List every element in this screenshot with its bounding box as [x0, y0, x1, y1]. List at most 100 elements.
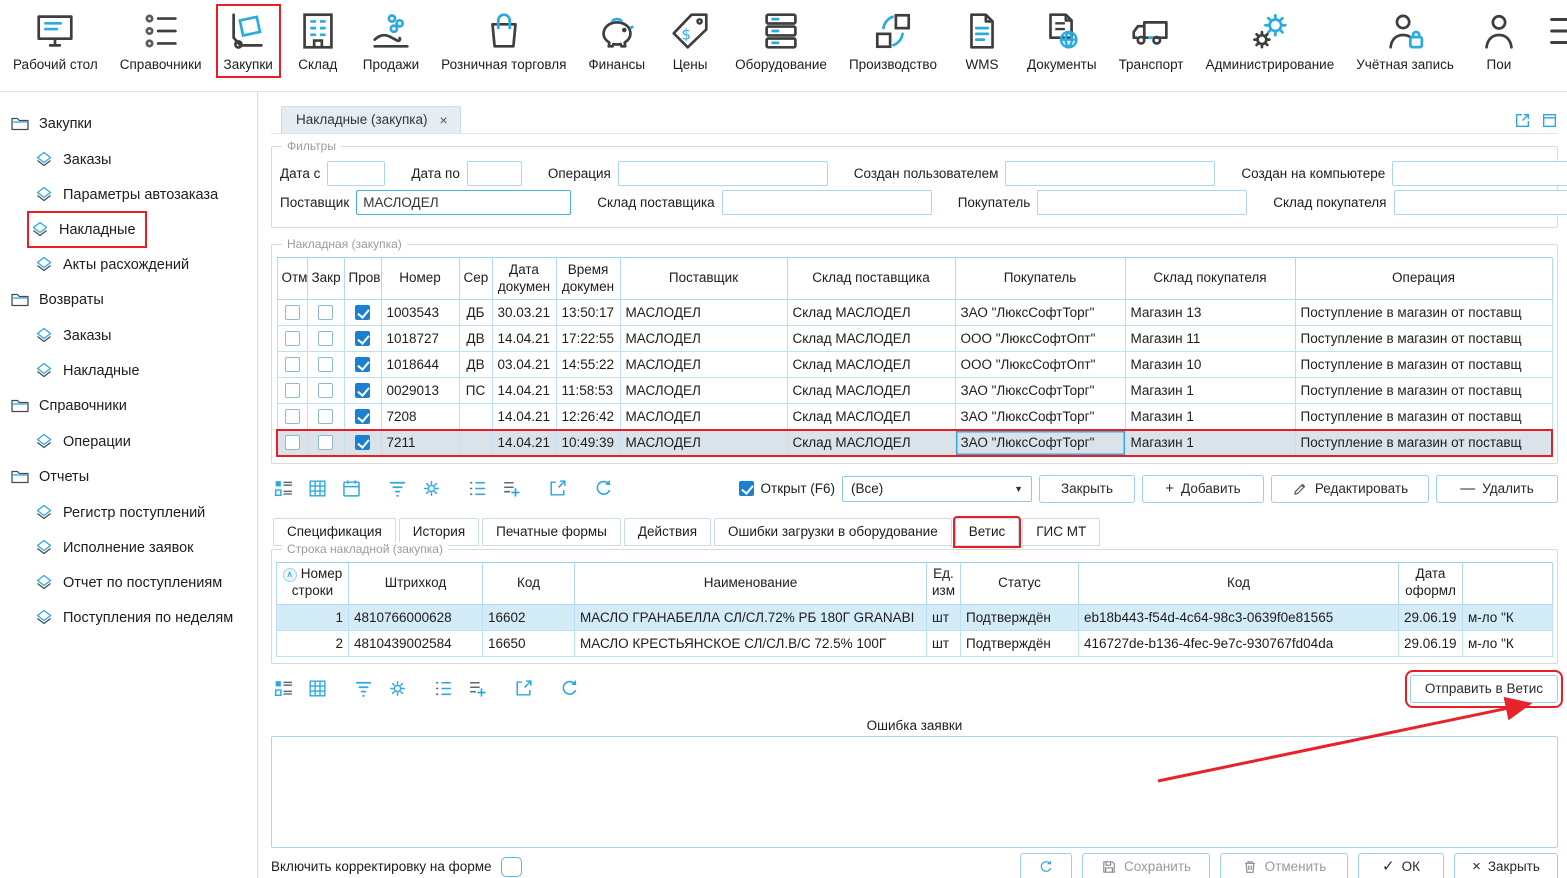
- closed-checkbox[interactable]: [318, 409, 333, 424]
- tree-item[interactable]: Регистр поступлений: [32, 495, 215, 530]
- open-f6-filter[interactable]: Открыт (F6): [739, 481, 835, 496]
- topbar-item-retail[interactable]: Розничная торговля: [434, 5, 573, 77]
- closed-checkbox[interactable]: [318, 331, 333, 346]
- lines-col-header-6[interactable]: Код: [1079, 562, 1399, 604]
- error-textarea[interactable]: [271, 736, 1558, 848]
- tree-folder-2[interactable]: Справочники: [10, 388, 257, 424]
- closed-checkbox[interactable]: [318, 435, 333, 450]
- settings-button[interactable]: [419, 476, 444, 501]
- refresh-button[interactable]: [1020, 853, 1072, 878]
- ok-button[interactable]: ✓ ОК: [1358, 853, 1444, 878]
- tree-folder-0[interactable]: Закупки: [10, 106, 257, 142]
- closed-checkbox[interactable]: [318, 357, 333, 372]
- topbar-item-admin[interactable]: Администрирование: [1199, 5, 1342, 77]
- mark-checkbox[interactable]: [285, 409, 300, 424]
- lines-col-header-3[interactable]: Наименование: [575, 562, 927, 604]
- topbar-item-production[interactable]: Производство: [842, 5, 944, 77]
- tree-item[interactable]: Накладные: [28, 212, 146, 247]
- invoices-col-header-0[interactable]: Отм.: [277, 258, 307, 300]
- invoices-col-header-2[interactable]: Пров: [344, 258, 381, 300]
- detail-tab-3[interactable]: Действия: [624, 518, 711, 546]
- correction-checkbox[interactable]: [501, 857, 522, 877]
- topbar-item-purchases[interactable]: Закупки: [217, 5, 280, 77]
- tree-item[interactable]: Операции: [32, 424, 141, 459]
- invoice-row[interactable]: 721114.04.2110:49:39МАСЛОДЕЛСклад МАСЛОД…: [277, 430, 1552, 456]
- lines-col-header-0[interactable]: ∧Номер строки: [277, 562, 349, 604]
- invoices-col-header-4[interactable]: Сер: [459, 258, 492, 300]
- add-button[interactable]: + Добавить: [1142, 475, 1264, 503]
- invoice-row[interactable]: 1018644ДВ03.04.2114:55:22МАСЛОДЕЛСклад М…: [277, 352, 1552, 378]
- mark-checkbox[interactable]: [285, 383, 300, 398]
- buyer-store-input[interactable]: [1394, 190, 1567, 215]
- lines-col-header-5[interactable]: Статус: [961, 562, 1079, 604]
- tree-item[interactable]: Накладные: [32, 353, 150, 388]
- cancel-button[interactable]: Отменить: [1220, 853, 1348, 878]
- posted-checkbox[interactable]: [355, 435, 370, 450]
- delete-button[interactable]: — Удалить: [1436, 475, 1558, 503]
- calendar-button[interactable]: [339, 476, 364, 501]
- closed-checkbox[interactable]: [318, 305, 333, 320]
- open-f6-checkbox[interactable]: [739, 481, 754, 496]
- tree-folder-3[interactable]: Отчеты: [10, 459, 257, 495]
- open-window-button[interactable]: [545, 476, 570, 501]
- invoices-col-header-7[interactable]: Поставщик: [620, 258, 787, 300]
- filter-select[interactable]: (Все) ▼: [842, 476, 1032, 502]
- topbar-item-prices[interactable]: Цены: [660, 5, 720, 77]
- send-to-vetis-button[interactable]: Отправить в Ветис: [1410, 675, 1558, 703]
- invoice-row[interactable]: 0029013ПС14.04.2111:58:53МАСЛОДЕЛСклад М…: [277, 378, 1552, 404]
- lines-col-header-2[interactable]: Код: [483, 562, 575, 604]
- invoice-row[interactable]: 1018727ДВ14.04.2117:22:55МАСЛОДЕЛСклад М…: [277, 326, 1552, 352]
- tree-folder-1[interactable]: Возвраты: [10, 282, 257, 318]
- invoices-col-header-8[interactable]: Склад поставщика: [787, 258, 955, 300]
- invoices-col-header-5[interactable]: Дата докумен: [492, 258, 556, 300]
- tree-item[interactable]: Акты расхождений: [32, 247, 199, 282]
- posted-checkbox[interactable]: [355, 357, 370, 372]
- filter-button[interactable]: [385, 476, 410, 501]
- refresh-button[interactable]: [557, 676, 582, 701]
- filter-button[interactable]: [351, 676, 376, 701]
- close-button[interactable]: × Закрыть: [1454, 853, 1558, 878]
- date-from-input[interactable]: [327, 161, 385, 186]
- topbar-item-equipment[interactable]: Оборудование: [728, 5, 834, 77]
- grid-view-button[interactable]: [305, 676, 330, 701]
- topbar-item-account[interactable]: Учётная запись: [1349, 5, 1461, 77]
- list-view-button[interactable]: [271, 676, 296, 701]
- numbered-list-button[interactable]: [465, 476, 490, 501]
- posted-checkbox[interactable]: [355, 383, 370, 398]
- tree-item[interactable]: Поступления по неделям: [32, 600, 243, 635]
- window-icon[interactable]: [1541, 112, 1558, 129]
- mark-checkbox[interactable]: [285, 305, 300, 320]
- refresh-button[interactable]: [591, 476, 616, 501]
- tab-close-icon[interactable]: ×: [440, 113, 448, 127]
- topbar-item-menu[interactable]: [1537, 5, 1567, 62]
- tree-item[interactable]: Заказы: [32, 142, 121, 177]
- posted-checkbox[interactable]: [355, 409, 370, 424]
- created-on-computer-input[interactable]: [1392, 161, 1567, 186]
- invoices-col-header-1[interactable]: Закр: [307, 258, 344, 300]
- tab-invoices-purchase[interactable]: Накладные (закупка) ×: [281, 106, 461, 133]
- closed-checkbox[interactable]: [318, 383, 333, 398]
- add-list-button[interactable]: [499, 476, 524, 501]
- list-view-button[interactable]: [271, 476, 296, 501]
- operation-input[interactable]: [618, 161, 828, 186]
- tree-item[interactable]: Отчет по поступлениям: [32, 565, 232, 600]
- topbar-item-sales[interactable]: Продажи: [356, 5, 426, 77]
- lines-col-header-4[interactable]: Ед. изм: [927, 562, 961, 604]
- invoices-col-header-6[interactable]: Время докумен: [556, 258, 620, 300]
- topbar-item-documents[interactable]: Документы: [1020, 5, 1104, 77]
- topbar-item-wms[interactable]: WMS: [952, 5, 1012, 77]
- date-to-input[interactable]: [467, 161, 522, 186]
- correction-toggle[interactable]: Включить корректировку на форме: [271, 857, 522, 877]
- invoice-row[interactable]: 720814.04.2112:26:42МАСЛОДЕЛСклад МАСЛОД…: [277, 404, 1552, 430]
- invoices-col-header-10[interactable]: Склад покупателя: [1125, 258, 1295, 300]
- invoice-row[interactable]: 1003543ДБ30.03.2113:50:17МАСЛОДЕЛСклад М…: [277, 300, 1552, 326]
- supplier-store-input[interactable]: [722, 190, 932, 215]
- buyer-input[interactable]: [1037, 190, 1247, 215]
- topbar-item-finance[interactable]: Финансы: [581, 5, 652, 77]
- grid-view-button[interactable]: [305, 476, 330, 501]
- lines-col-header-7[interactable]: Дата оформл: [1399, 562, 1463, 604]
- detail-tab-2[interactable]: Печатные формы: [482, 518, 621, 546]
- topbar-item-catalog[interactable]: Справочники: [113, 5, 209, 77]
- tree-item[interactable]: Заказы: [32, 318, 121, 353]
- mark-checkbox[interactable]: [285, 435, 300, 450]
